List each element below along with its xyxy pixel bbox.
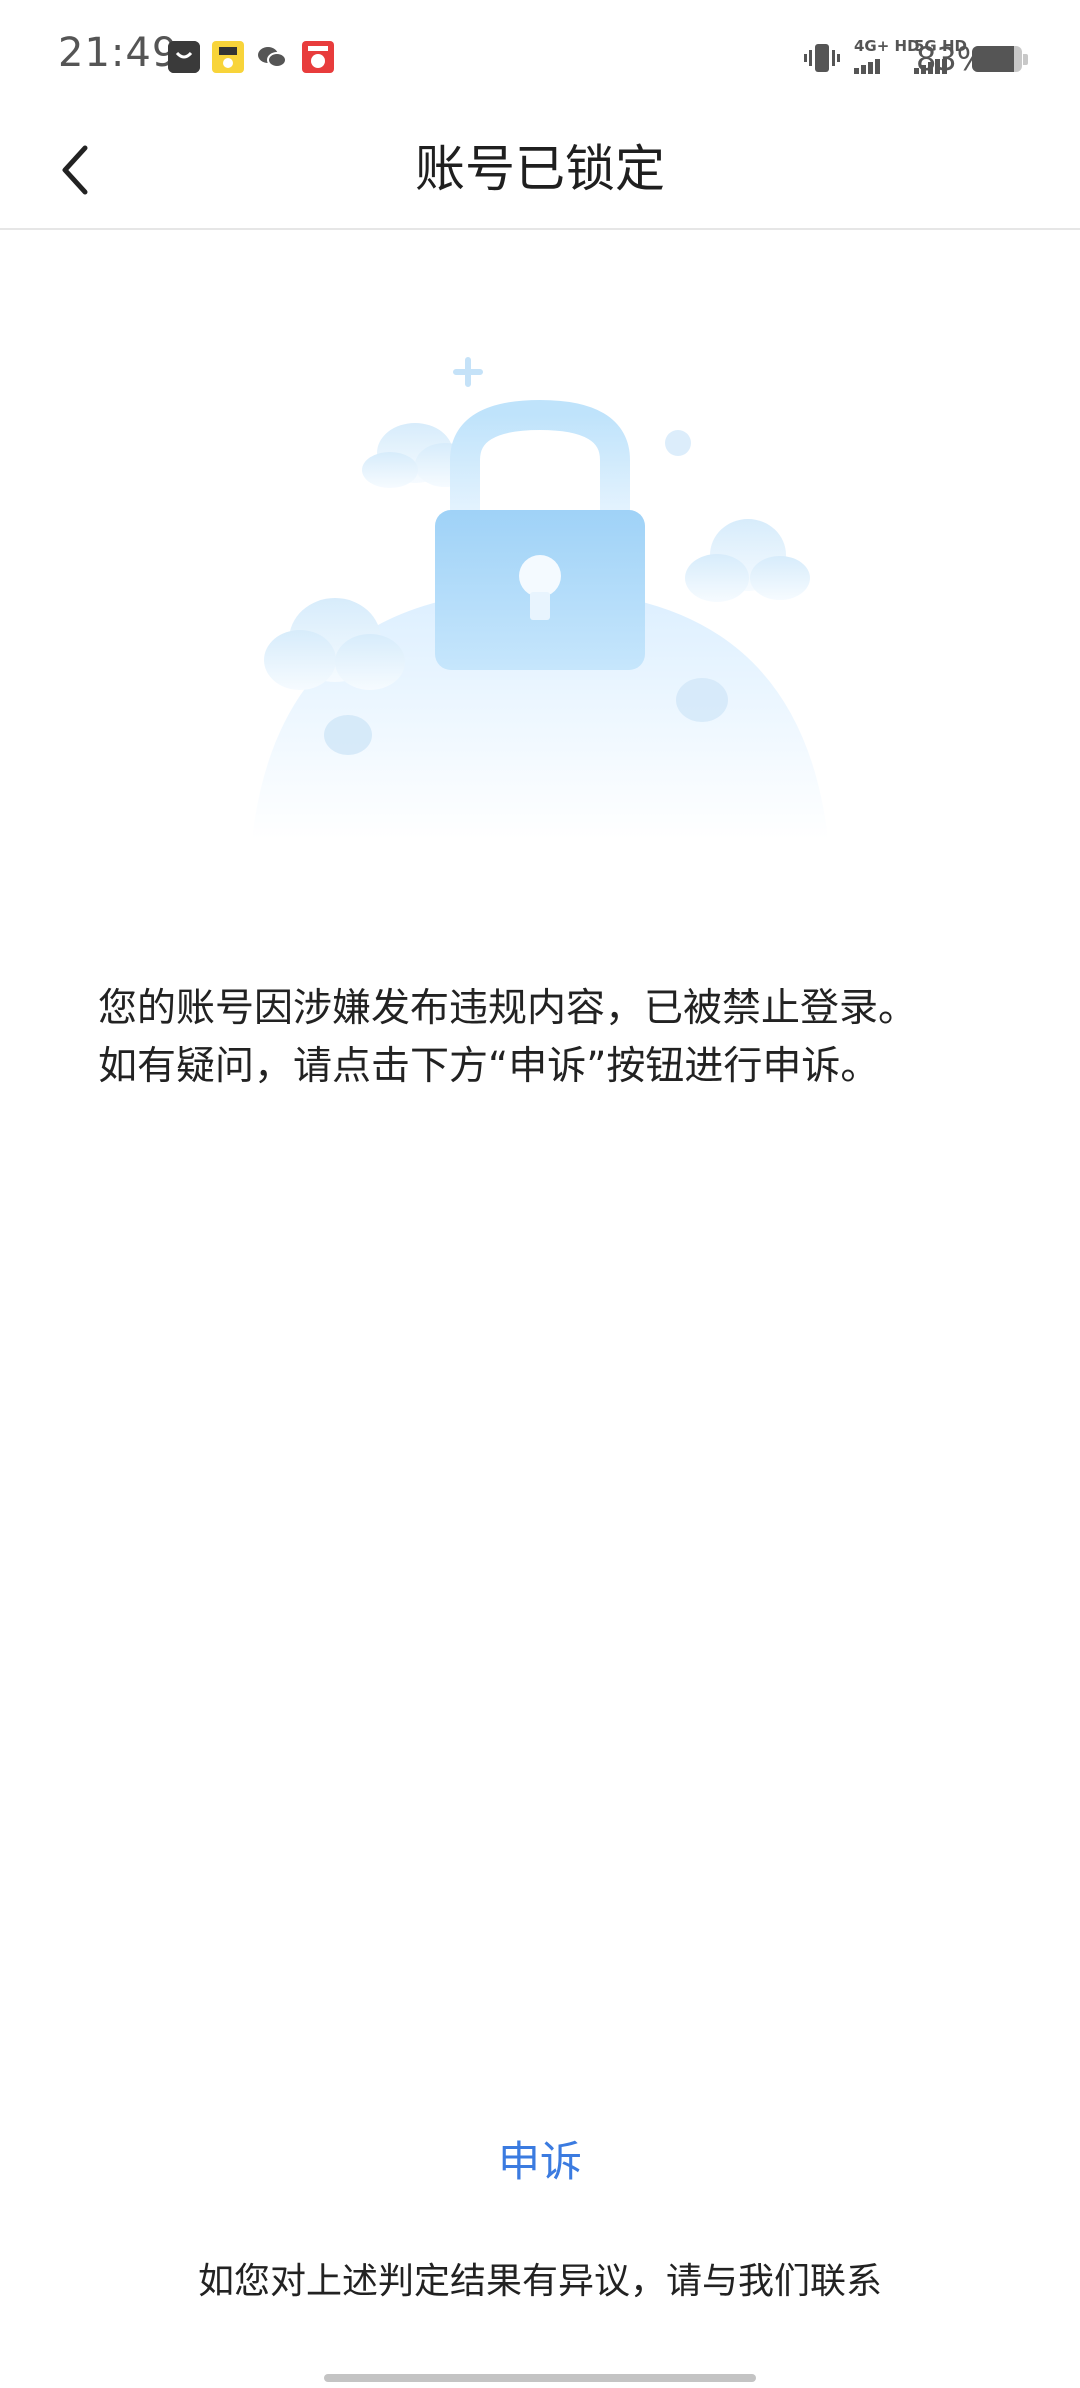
vibrate-icon	[802, 42, 842, 78]
battery-fill	[972, 46, 1014, 72]
network-4g-indicator: 4G+ HD	[854, 38, 920, 74]
message-line-2: 如有疑问，请点击下方“申诉”按钮进行申诉。	[98, 1044, 880, 1089]
cloud-right	[685, 519, 810, 602]
lock-message: 您的账号因涉嫌发布违规内容，已被禁止登录。 如有疑问，请点击下方“申诉”按钮进行…	[98, 980, 998, 1096]
appeal-button[interactable]: 申诉	[0, 2128, 1080, 2189]
status-time: 21:49	[58, 30, 179, 76]
battery-icon	[972, 46, 1022, 72]
game-app-icon	[212, 41, 244, 73]
shopping-bag-icon	[168, 41, 200, 73]
page-title: 账号已锁定	[415, 140, 665, 198]
status-bar: 21:49 4G+ HD 5G HD 83%	[0, 0, 1080, 115]
signal-bars-icon	[854, 58, 882, 74]
cloud-left	[264, 598, 405, 690]
contact-text: 如您对上述判定结果有异议，请与我们联系	[197, 2261, 882, 2302]
home-indicator[interactable]	[324, 2374, 756, 2382]
navigation-bar: 账号已锁定	[0, 115, 1080, 230]
wechat-icon	[256, 41, 288, 73]
battery-cap	[1023, 54, 1028, 65]
padlock-illustration	[240, 340, 840, 860]
message-line-1: 您的账号因涉嫌发布违规内容，已被禁止登录。	[98, 986, 918, 1031]
news-app-icon	[302, 41, 334, 73]
